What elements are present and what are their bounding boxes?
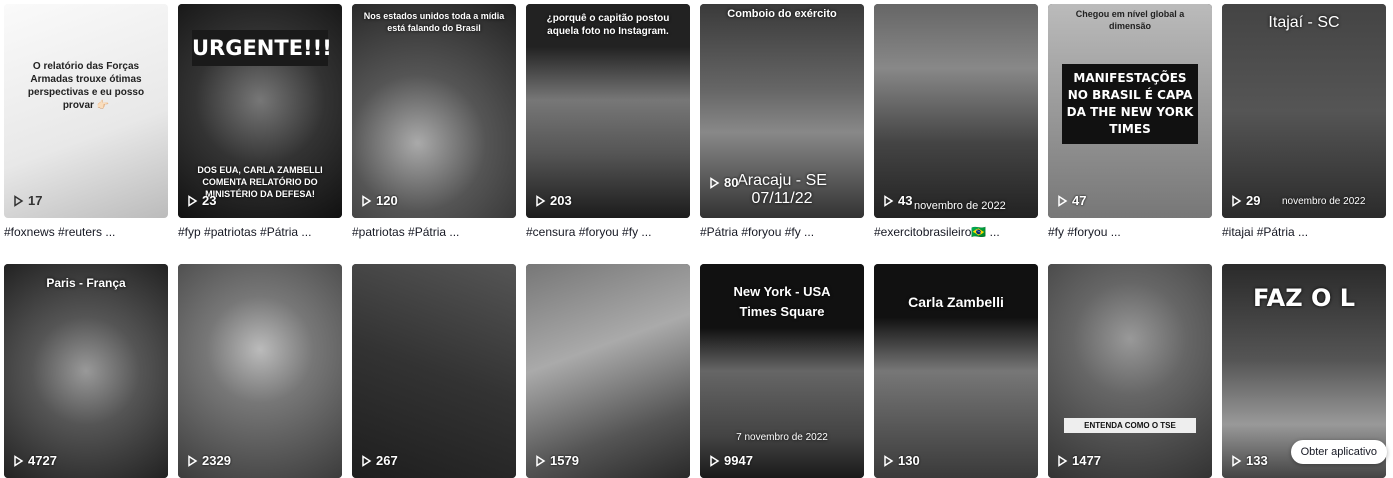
video-caption[interactable]: #Pátria #foryou #fy ... xyxy=(700,224,864,240)
video-item[interactable]: 267 xyxy=(352,264,516,478)
view-count: 17 xyxy=(12,193,42,208)
view-count: 47 xyxy=(1056,193,1086,208)
video-overlay-title: Paris - França xyxy=(46,276,126,290)
play-icon xyxy=(710,454,720,467)
video-thumbnail[interactable]: O relatório das Forças Armadas trouxe ót… xyxy=(4,4,168,218)
video-overlay-text: MANIFESTAÇÕES NO BRASIL É CAPA DA THE NE… xyxy=(1062,64,1198,144)
video-item[interactable]: O relatório das Forças Armadas trouxe ót… xyxy=(4,4,168,240)
view-count: 133 xyxy=(1230,453,1268,468)
video-caption[interactable]: #fyp #patriotas #Pátria ... xyxy=(178,224,342,240)
play-icon xyxy=(1058,454,1068,467)
get-app-button[interactable]: Obter aplicativo xyxy=(1290,440,1387,464)
video-thumbnail[interactable]: 1579 xyxy=(526,264,690,478)
video-thumbnail[interactable]: URGENTE!!! DOS EUA, CARLA ZAMBELLI COMEN… xyxy=(178,4,342,218)
video-caption[interactable]: #foxnews #reuters ... xyxy=(4,224,168,240)
play-icon xyxy=(188,454,198,467)
video-thumbnail[interactable]: Carla Zambelli 130 xyxy=(874,264,1038,478)
view-count: 203 xyxy=(534,193,572,208)
play-icon xyxy=(14,454,24,467)
video-item[interactable]: URGENTE!!! DOS EUA, CARLA ZAMBELLI COMEN… xyxy=(178,4,342,240)
video-item[interactable]: Comboio do exército Aracaju - SE 07/11/2… xyxy=(700,4,864,240)
view-count: 1579 xyxy=(534,453,579,468)
video-thumbnail[interactable]: 2329 xyxy=(178,264,342,478)
video-thumbnail[interactable]: Nos estados unidos toda a mídia está fal… xyxy=(352,4,516,218)
video-overlay-title: Comboio do exército xyxy=(727,8,837,20)
video-overlay-text: ENTENDA COMO O TSE xyxy=(1064,418,1196,433)
video-overlay-text: 7 novembro de 2022 xyxy=(736,432,828,443)
video-thumbnail[interactable]: novembro de 2022 43 xyxy=(874,4,1038,218)
view-count: 29 xyxy=(1230,193,1260,208)
view-count: 4727 xyxy=(12,453,57,468)
video-overlay-text: Nos estados unidos toda a mídia está fal… xyxy=(363,11,505,33)
video-item[interactable]: ¿porquê o capitão postou aquela foto no … xyxy=(526,4,690,240)
play-icon xyxy=(1232,454,1242,467)
play-icon xyxy=(362,454,372,467)
video-thumbnail[interactable]: ENTENDA COMO O TSE 1477 xyxy=(1048,264,1212,478)
video-item[interactable]: Carla Zambelli 130 xyxy=(874,264,1038,478)
video-item[interactable]: Chegou em nível global a dimensão MANIFE… xyxy=(1048,4,1212,240)
play-icon xyxy=(188,194,198,207)
video-overlay-title: URGENTE!!! xyxy=(192,30,332,66)
video-item[interactable]: Nos estados unidos toda a mídia está fal… xyxy=(352,4,516,240)
video-caption[interactable]: #censura #foryou #fy ... xyxy=(526,224,690,240)
video-thumbnail[interactable]: New York - USA Times Square 7 novembro d… xyxy=(700,264,864,478)
video-item[interactable]: Paris - França 4727 xyxy=(4,264,168,478)
play-icon xyxy=(362,194,372,207)
play-icon xyxy=(1058,194,1068,207)
video-overlay-title: Chegou em nível global a dimensão xyxy=(1075,9,1185,31)
video-caption[interactable]: #exercitobrasileiro🇧🇷 ... xyxy=(874,224,1038,240)
video-caption[interactable]: #fy #foryou ... xyxy=(1048,224,1212,240)
video-caption[interactable]: #patriotas #Pátria ... xyxy=(352,224,516,240)
video-overlay-text: novembro de 2022 xyxy=(1282,196,1366,207)
video-overlay-title: New York - USA Times Square xyxy=(733,284,831,319)
video-overlay-text: O relatório das Forças Armadas trouxe ót… xyxy=(27,61,145,111)
video-thumbnail[interactable]: Comboio do exército Aracaju - SE 07/11/2… xyxy=(700,4,864,218)
video-item[interactable]: 2329 xyxy=(178,264,342,478)
video-item[interactable]: New York - USA Times Square 7 novembro d… xyxy=(700,264,864,478)
video-overlay-title: Carla Zambelli xyxy=(908,294,1004,310)
video-thumbnail[interactable]: Chegou em nível global a dimensão MANIFE… xyxy=(1048,4,1212,218)
video-thumbnail[interactable]: Paris - França 4727 xyxy=(4,264,168,478)
view-count: 23 xyxy=(186,193,216,208)
video-item[interactable]: Itajaí - SC novembro de 2022 29 #itajai … xyxy=(1222,4,1386,240)
video-thumbnail[interactable]: 267 xyxy=(352,264,516,478)
view-count: 1477 xyxy=(1056,453,1101,468)
view-count: 130 xyxy=(882,453,920,468)
view-count: 9947 xyxy=(708,453,753,468)
video-overlay-title: FAZ O L xyxy=(1252,284,1356,312)
video-item[interactable]: ENTENDA COMO O TSE 1477 xyxy=(1048,264,1212,478)
play-icon xyxy=(884,454,894,467)
view-count: 80 xyxy=(708,175,738,190)
video-caption[interactable]: #itajai #Pátria ... xyxy=(1222,224,1386,240)
video-thumbnail[interactable]: ¿porquê o capitão postou aquela foto no … xyxy=(526,4,690,218)
play-icon xyxy=(1232,194,1242,207)
play-icon xyxy=(884,194,894,207)
video-overlay-text: ¿porquê o capitão postou aquela foto no … xyxy=(546,13,670,37)
play-icon xyxy=(536,454,546,467)
view-count: 43 xyxy=(882,193,912,208)
play-icon xyxy=(710,176,720,189)
video-item[interactable]: novembro de 2022 43 #exercitobrasileiro🇧… xyxy=(874,4,1038,240)
play-icon xyxy=(14,194,24,207)
video-item[interactable]: 1579 xyxy=(526,264,690,478)
video-overlay-title: Itajaí - SC xyxy=(1268,14,1340,31)
play-icon xyxy=(536,194,546,207)
video-thumbnail[interactable]: Itajaí - SC novembro de 2022 29 xyxy=(1222,4,1386,218)
view-count: 120 xyxy=(360,193,398,208)
video-grid: O relatório das Forças Armadas trouxe ót… xyxy=(0,0,1393,478)
view-count: 267 xyxy=(360,453,398,468)
video-overlay-text: novembro de 2022 xyxy=(914,200,1006,212)
view-count: 2329 xyxy=(186,453,231,468)
